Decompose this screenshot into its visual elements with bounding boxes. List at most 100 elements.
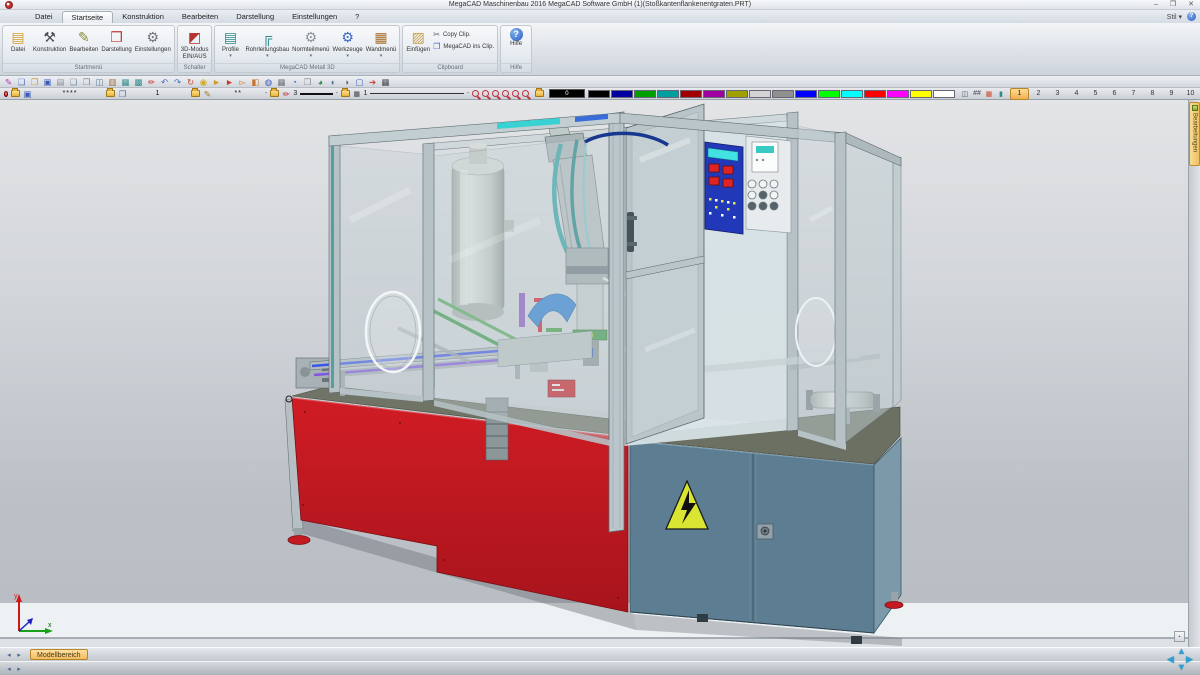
paste-view-icon[interactable]: ❒ xyxy=(80,76,93,88)
pen-icon[interactable]: ✎ xyxy=(203,88,211,100)
record-dot-icon[interactable] xyxy=(4,91,8,97)
hatch-toggle-icon[interactable]: ## xyxy=(971,90,983,97)
ribbon-item-profile[interactable]: ▤Profile▾ xyxy=(218,28,242,59)
color-grid-icon[interactable]: ▦ xyxy=(983,90,995,98)
scale-slider[interactable] xyxy=(370,93,463,94)
page-button-2[interactable]: 2 xyxy=(1029,89,1048,99)
scale-minus[interactable]: - xyxy=(336,90,338,97)
screen-view-icon[interactable]: ▢ xyxy=(353,76,366,88)
layer-folder-icon[interactable] xyxy=(11,90,20,97)
menu-tab-startseite[interactable]: Startseite xyxy=(62,11,114,23)
width-minus[interactable]: - xyxy=(265,90,267,97)
display-toggle-icon[interactable]: ◫ xyxy=(959,90,971,98)
pen-value[interactable]: ** xyxy=(235,90,242,97)
detail-dialog-icon[interactable]: ❐ xyxy=(118,88,126,100)
red-pencil-icon[interactable]: ✏ xyxy=(145,76,158,88)
save-file-icon[interactable]: ▣ xyxy=(41,76,54,88)
redo-icon[interactable]: ↷ xyxy=(171,76,184,88)
page-button-6[interactable]: 6 xyxy=(1105,89,1124,99)
width-pen-icon[interactable]: ✏ xyxy=(282,88,290,100)
chevron-down-icon[interactable]: ▾ xyxy=(380,54,383,59)
chevron-down-icon[interactable]: ▾ xyxy=(346,54,349,59)
viewport-3d[interactable] xyxy=(0,100,1188,647)
zoom-minus[interactable]: - xyxy=(467,90,469,97)
menu-tab-bearbeiten[interactable]: Bearbeiten xyxy=(173,11,227,23)
next-view-arrow[interactable]: ▸ xyxy=(14,665,24,673)
color-swatch-11[interactable] xyxy=(841,90,863,98)
selection-stamp-icon[interactable]: ✎ xyxy=(2,76,15,88)
linewidth-slider[interactable] xyxy=(300,93,332,95)
scale-folder-icon[interactable] xyxy=(341,90,350,97)
detail-value[interactable]: 1 xyxy=(156,90,161,97)
scale-grid-icon[interactable]: ▦ xyxy=(353,90,360,98)
prev-sheet-arrow[interactable]: ◂ xyxy=(4,651,14,659)
chevron-down-icon[interactable]: ▾ xyxy=(310,54,313,59)
width-folder-icon[interactable] xyxy=(270,90,279,97)
clipboard-icon[interactable]: ❒ xyxy=(301,76,314,88)
color-swatch-5[interactable] xyxy=(703,90,725,98)
scroll-up-button[interactable]: ▪ xyxy=(1174,631,1185,642)
menu-tab-darstellung[interactable]: Darstellung xyxy=(227,11,283,23)
zoom-previous-icon[interactable] xyxy=(482,90,489,97)
color-swatch-1[interactable] xyxy=(611,90,633,98)
color-swatch-15[interactable] xyxy=(933,90,955,98)
current-color-swatch[interactable]: 0 xyxy=(549,89,585,98)
world-view-icon[interactable]: ◕ xyxy=(314,76,327,88)
pan-down-icon[interactable]: ▼ xyxy=(1177,663,1186,672)
ribbon-item-einfügen[interactable]: ▨Einfügen xyxy=(406,28,430,54)
page-preview-icon[interactable]: ◫ xyxy=(93,76,106,88)
help-icon[interactable]: ? xyxy=(1187,12,1196,21)
page-button-5[interactable]: 5 xyxy=(1086,89,1105,99)
ribbon-item-normteilmenü[interactable]: ⚙Normteilmenü▾ xyxy=(292,28,329,59)
menu-tab-konstruktion[interactable]: Konstruktion xyxy=(113,11,173,23)
globe-icon[interactable]: ◔ xyxy=(288,76,301,88)
copy-view-icon[interactable]: ❑ xyxy=(67,76,80,88)
color-swatch-4[interactable] xyxy=(680,90,702,98)
menu-tab-datei[interactable]: Datei xyxy=(26,11,62,23)
ribbon-item-darstellung[interactable]: ❒Darstellung xyxy=(101,28,131,54)
zoom-all-icon[interactable] xyxy=(492,90,499,97)
folder-macro-icon[interactable]: ► xyxy=(210,76,223,88)
edits-panel-tab[interactable]: Bearbeitungen xyxy=(1189,102,1200,166)
ribbon-item-megacad-ins-clip[interactable]: ❐MegaCAD ins Clip. xyxy=(433,42,494,51)
pan-compass[interactable]: ▲ ▼ ◀ ▶ xyxy=(1167,648,1195,674)
open-file-icon[interactable]: ❐ xyxy=(28,76,41,88)
maximize-button[interactable]: ❐ xyxy=(1170,0,1176,10)
page-button-8[interactable]: 8 xyxy=(1143,89,1162,99)
parts-table-icon[interactable]: ▩ xyxy=(132,76,145,88)
pointer-icon[interactable]: ➔ xyxy=(366,76,379,88)
chevron-down-icon[interactable]: ▾ xyxy=(266,54,269,59)
calculator-icon[interactable]: ▦ xyxy=(275,76,288,88)
page-button-10[interactable]: 10 xyxy=(1181,89,1200,99)
pan-left-icon[interactable]: ◀ xyxy=(1167,655,1174,664)
rotate-left-icon[interactable]: ◐ xyxy=(327,76,340,88)
color-folder-icon[interactable] xyxy=(535,90,544,97)
color-swatch-8[interactable] xyxy=(772,90,794,98)
style-dropdown[interactable]: Stil ▾ xyxy=(1167,13,1182,21)
zoom-in-icon[interactable] xyxy=(502,90,509,97)
new-file-icon[interactable]: ❏ xyxy=(15,76,28,88)
ribbon-item-hilfe[interactable]: ?Hilfe xyxy=(504,28,528,48)
ribbon-item-copy-clip[interactable]: ✂Copy Clip. xyxy=(433,30,494,39)
pan-up-icon[interactable]: ▲ xyxy=(1177,647,1186,656)
refresh-icon[interactable]: ↻ xyxy=(184,76,197,88)
parts-list-icon[interactable]: ▦ xyxy=(119,76,132,88)
ribbon-item-bearbeiten[interactable]: ✎Bearbeiten xyxy=(69,28,98,54)
ribbon-item-datei[interactable]: ▤Datei xyxy=(6,28,30,54)
menu-tab-einstellungen[interactable]: Einstellungen xyxy=(283,11,346,23)
color-swatch-9[interactable] xyxy=(795,90,817,98)
color-swatch-2[interactable] xyxy=(634,90,656,98)
linewidth-value[interactable]: 3 xyxy=(293,90,297,97)
color-swatch-6[interactable] xyxy=(726,90,748,98)
undo-icon[interactable]: ↶ xyxy=(158,76,171,88)
page-button-7[interactable]: 7 xyxy=(1124,89,1143,99)
pen-width-icon[interactable]: ▮ xyxy=(995,90,1007,98)
ribbon-item-rohrleitungsbau[interactable]: ╔Rohrleitungsbau▾ xyxy=(245,28,289,59)
color-swatch-12[interactable] xyxy=(864,90,886,98)
color-swatch-14[interactable] xyxy=(910,90,932,98)
color-swatch-3[interactable] xyxy=(657,90,679,98)
model-space-tab[interactable]: Modellbereich xyxy=(30,649,88,660)
layer-dialog-icon[interactable]: ▣ xyxy=(23,88,31,100)
run-macro-icon[interactable]: ► xyxy=(223,76,236,88)
zoom-out-icon[interactable] xyxy=(512,90,519,97)
